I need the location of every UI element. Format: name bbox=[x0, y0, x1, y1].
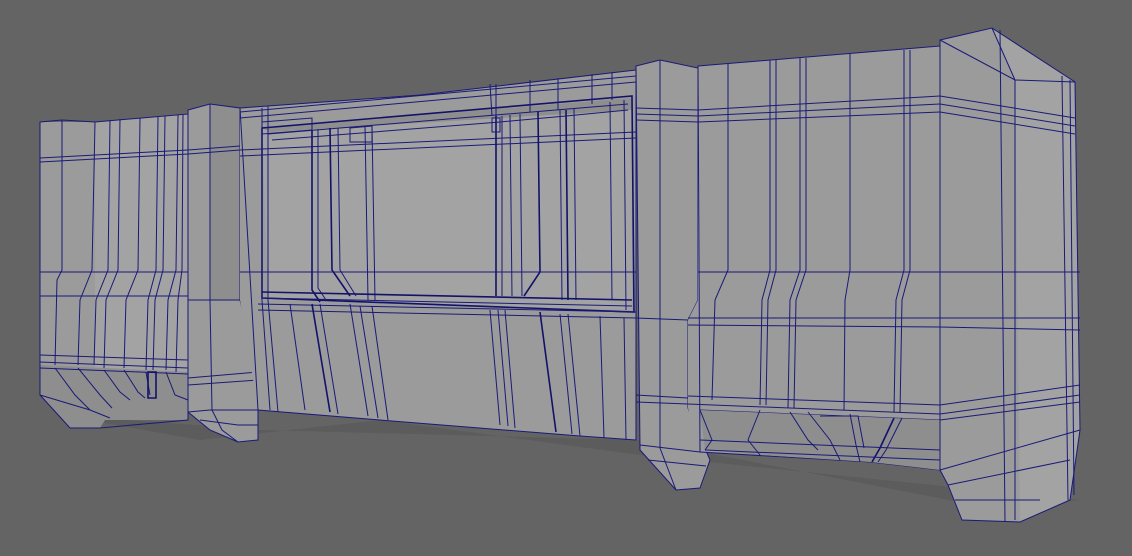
right-body bbox=[687, 45, 941, 471]
left-end-block bbox=[39, 113, 189, 429]
center-body bbox=[239, 69, 637, 441]
mesh-render bbox=[39, 27, 1081, 523]
right-end-cap bbox=[939, 27, 1081, 523]
3d-viewport[interactable] bbox=[0, 0, 1132, 556]
